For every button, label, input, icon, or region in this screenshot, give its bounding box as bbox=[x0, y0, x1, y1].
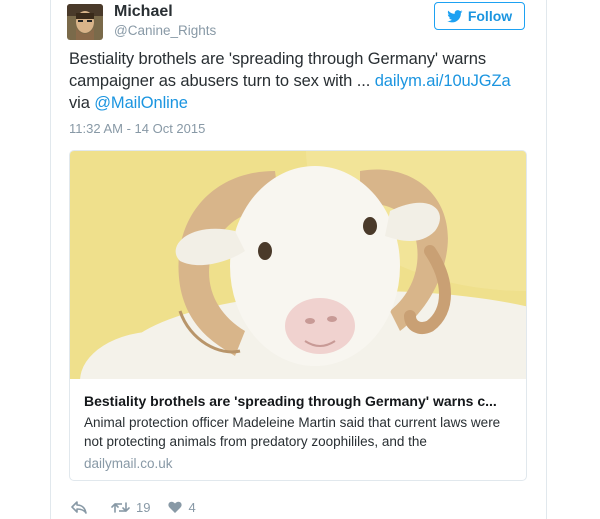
heart-icon bbox=[168, 501, 183, 513]
follow-label: Follow bbox=[467, 8, 513, 24]
retweet-icon bbox=[111, 501, 130, 513]
card-domain: dailymail.co.uk bbox=[84, 456, 173, 471]
tweet: Michael @Canine_Rights Follow Bestiality… bbox=[50, 0, 547, 519]
reply-button[interactable] bbox=[71, 500, 87, 514]
mention-link[interactable]: @MailOnline bbox=[94, 94, 188, 112]
card-title: Bestiality brothels are 'spreading throu… bbox=[84, 393, 497, 409]
like-count: 4 bbox=[188, 499, 196, 515]
follow-button[interactable]: Follow bbox=[434, 2, 525, 30]
tweet-text: Bestiality brothels are 'spreading throu… bbox=[69, 48, 539, 114]
tweet-link[interactable]: dailym.ai/10uJGZa bbox=[375, 72, 511, 90]
twitter-bird-icon bbox=[447, 9, 463, 22]
link-card[interactable]: Bestiality brothels are 'spreading throu… bbox=[69, 150, 527, 481]
retweet-count: 19 bbox=[136, 499, 151, 515]
author-name[interactable]: Michael bbox=[114, 3, 173, 21]
reply-icon bbox=[71, 500, 87, 514]
author-handle[interactable]: @Canine_Rights bbox=[114, 23, 216, 38]
tweet-timestamp[interactable]: 11:32 AM - 14 Oct 2015 bbox=[69, 121, 205, 136]
avatar[interactable] bbox=[67, 4, 103, 40]
tweet-actions: 19 4 bbox=[71, 497, 196, 517]
card-image-ram bbox=[70, 151, 526, 379]
card-description: Animal protection officer Madeleine Mart… bbox=[84, 415, 501, 449]
via-text: via bbox=[69, 94, 95, 112]
retweet-button[interactable]: 19 bbox=[111, 500, 150, 515]
like-button[interactable]: 4 bbox=[168, 499, 196, 515]
